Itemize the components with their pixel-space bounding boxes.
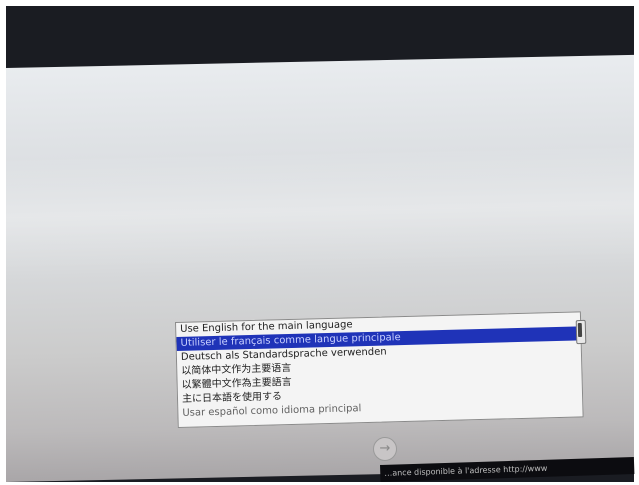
photo-frame: Use English for the main language Utilis…: [0, 0, 639, 485]
language-list-scrollbar[interactable]: [575, 319, 587, 345]
language-list[interactable]: Use English for the main language Utilis…: [175, 311, 584, 428]
screen-glare: [6, 144, 634, 278]
arrow-right-icon: →: [379, 441, 391, 456]
scrollbar-thumb[interactable]: [577, 322, 583, 338]
next-button[interactable]: →: [373, 437, 397, 461]
